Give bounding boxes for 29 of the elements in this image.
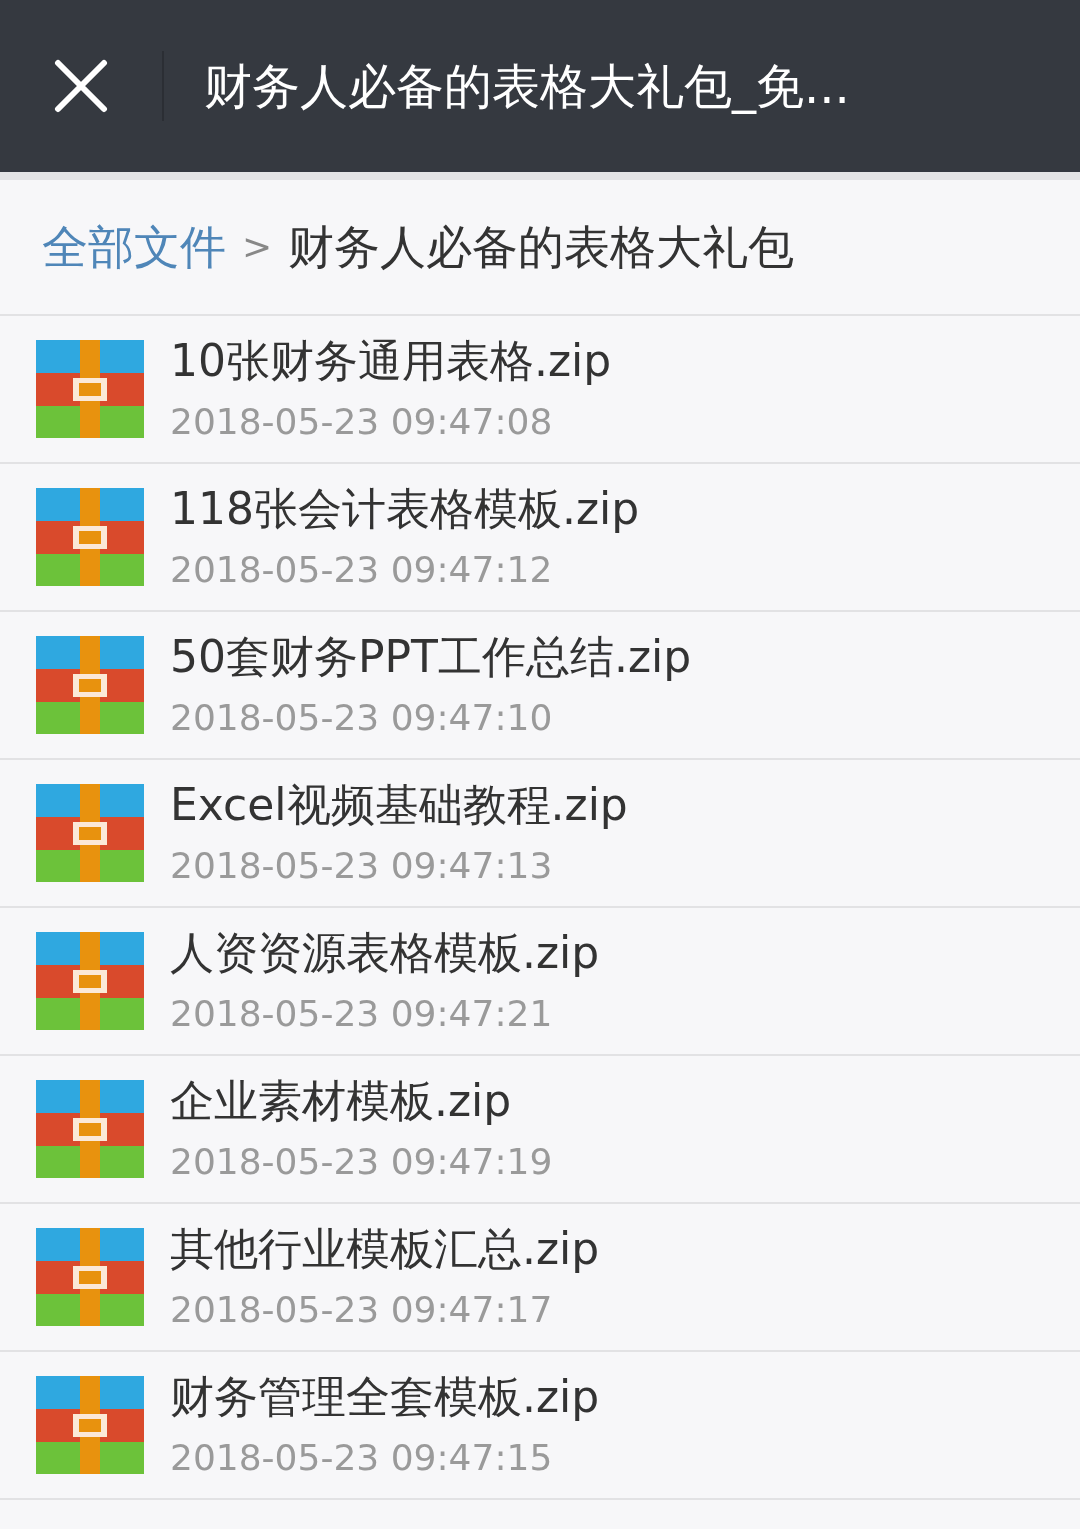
file-name: 118张会计表格模板.zip	[170, 483, 640, 535]
archive-icon	[36, 488, 144, 586]
archive-icon	[36, 340, 144, 438]
file-name: 企业素材模板.zip	[170, 1075, 513, 1127]
archive-icon	[36, 1228, 144, 1326]
file-time: 2018-05-23 09:47:17	[170, 1289, 554, 1331]
file-name: 50套财务PPT工作总结.zip	[170, 631, 692, 683]
file-name: 其他行业模板汇总.zip	[170, 1223, 600, 1275]
file-time: 2018-05-23 09:47:10	[170, 697, 554, 739]
archive-icon	[36, 932, 144, 1030]
breadcrumb-separator: >	[242, 225, 273, 269]
file-time: 2018-05-23 09:47:12	[170, 549, 554, 591]
archive-icon	[36, 636, 144, 734]
breadcrumb-link[interactable]: 全部文件	[42, 212, 226, 282]
file-name: Excel视频基础教程.zip	[170, 779, 628, 831]
file-name: 财务管理全套模板.zip	[170, 1371, 600, 1423]
file-time: 2018-05-23 09:47:19	[170, 1141, 553, 1183]
file-time: 2018-05-23 09:47:08	[170, 401, 554, 443]
file-time: 2018-05-23 09:47:21	[170, 993, 554, 1035]
breadcrumb-current: 财务人必备的表格大礼包	[288, 218, 795, 276]
file-name: 人资资源表格模板.zip	[170, 927, 600, 979]
close-icon	[54, 59, 108, 113]
archive-icon	[36, 784, 144, 882]
file-time: 2018-05-23 09:47:13	[170, 845, 554, 887]
page-title: 财务人必备的表格大礼包_免...	[204, 57, 850, 116]
file-time: 2018-05-23 09:47:15	[170, 1437, 554, 1479]
file-name: 10张财务通用表格.zip	[170, 335, 612, 387]
archive-icon	[36, 1376, 144, 1474]
archive-icon	[36, 1080, 144, 1178]
